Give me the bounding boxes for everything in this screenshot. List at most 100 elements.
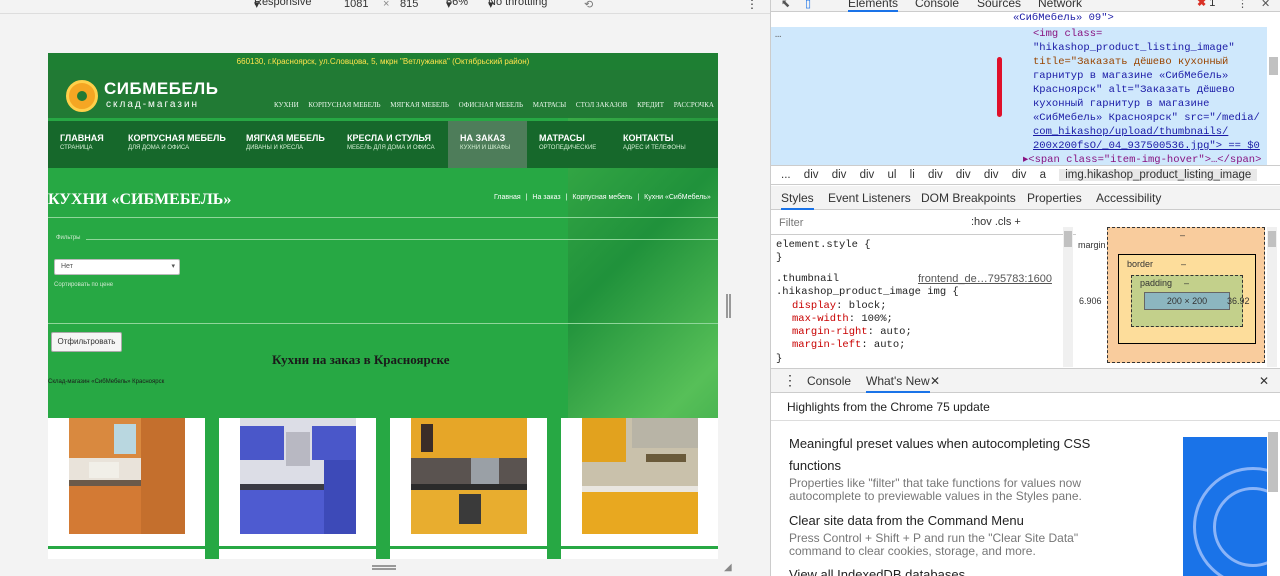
elements-scrollbar[interactable] <box>1269 57 1278 75</box>
node-menu-icon[interactable]: … <box>775 28 781 42</box>
close-drawer-icon[interactable]: ✕ <box>1259 374 1269 388</box>
tab-sources[interactable]: Sources <box>977 0 1021 10</box>
top-menu-item[interactable]: КОРПУСНАЯ МЕБЕЛЬ <box>308 101 380 109</box>
crumb[interactable]: div <box>1012 169 1027 181</box>
kitchen-image[interactable] <box>69 418 185 534</box>
product-card[interactable] <box>219 418 376 559</box>
crumb[interactable]: div <box>984 169 999 181</box>
box-content[interactable]: 200 × 200 <box>1144 292 1230 310</box>
rule-source-link[interactable]: frontend_de…795783:1600 <box>918 273 1052 286</box>
margin-right-value[interactable]: 36.92 <box>1227 296 1250 306</box>
kitchen-image[interactable] <box>411 418 527 534</box>
tab-elements[interactable]: Elements <box>848 0 899 12</box>
error-counter[interactable]: ✖ 1 <box>1197 0 1215 9</box>
tab-console[interactable]: Console <box>915 0 959 10</box>
whats-new-scrollbar[interactable] <box>1268 432 1278 492</box>
product-card[interactable] <box>390 418 547 559</box>
crumb[interactable]: div <box>860 169 875 181</box>
tab-event-listeners[interactable]: Event Listeners <box>828 191 911 205</box>
close-tab-icon[interactable]: ✕ <box>930 374 940 388</box>
tree-line[interactable]: ▸<span class="item-img-hover">…</span> <box>1023 153 1261 165</box>
breadcrumb-cabinet[interactable]: Корпусная мебель <box>572 194 632 201</box>
top-menu-item[interactable]: МАТРАСЫ <box>533 101 566 109</box>
nav-item-contacts[interactable]: КОНТАКТЫ АДРЕС И ТЕЛЕФОНЫ <box>611 121 718 168</box>
crumb[interactable]: div <box>928 169 943 181</box>
declaration[interactable]: margin-left: auto; <box>792 339 905 352</box>
rotate-icon[interactable]: ⟲ <box>584 0 593 11</box>
rule-selector[interactable]: .hikashop_product_image img { <box>776 286 959 299</box>
declaration[interactable]: display: block; <box>792 300 887 313</box>
margin-left-value[interactable]: 6.906 <box>1079 296 1102 306</box>
filter-options[interactable]: :hov .cls + <box>971 216 1021 229</box>
crumb[interactable]: div <box>956 169 971 181</box>
top-menu-item[interactable]: ОФИСНАЯ МЕБЕЛЬ <box>459 101 523 109</box>
styles-filter[interactable]: Filter :hov .cls + <box>771 211 1076 235</box>
filter-button[interactable]: Отфильтровать <box>51 332 122 352</box>
resize-handle-bottom[interactable] <box>372 565 396 570</box>
drawer-tab-whats-new[interactable]: What's New <box>866 374 930 393</box>
breadcrumb-home[interactable]: Главная <box>494 194 521 201</box>
crumb[interactable]: ul <box>888 169 897 181</box>
declaration[interactable]: margin-right: auto; <box>792 326 912 339</box>
src-link[interactable]: 200x200fsO/_04_937500536.jpg"> == $0 <box>1033 139 1260 153</box>
width-input[interactable]: 1081 <box>344 0 368 10</box>
nav-item-mattresses[interactable]: МАТРАСЫ ОРТОПЕДИЧЕСКИЕ <box>527 121 611 168</box>
tab-accessibility[interactable]: Accessibility <box>1096 191 1161 205</box>
crumb-current[interactable]: img.hikashop_product_listing_image <box>1059 169 1258 181</box>
device-toggle-icon[interactable]: ▯ <box>805 0 811 10</box>
crumb[interactable]: a <box>1040 169 1046 181</box>
filter-input[interactable]: Filter <box>779 217 803 230</box>
drawer-menu-icon[interactable]: ⋮ <box>783 372 797 389</box>
declaration[interactable]: max-width: 100%; <box>792 313 893 326</box>
resize-corner-icon[interactable]: ◢ <box>724 562 732 573</box>
whats-new-item[interactable]: Clear site data from the Command Menu Pr… <box>789 510 1129 558</box>
top-menu-item[interactable]: КУХНИ <box>274 101 299 109</box>
margin-top-value[interactable]: – <box>1180 230 1185 240</box>
nav-item-custom-order[interactable]: НА ЗАКАЗ КУХНИ И ШКАФЫ <box>448 121 527 168</box>
tab-network[interactable]: Network <box>1038 0 1082 10</box>
tab-styles[interactable]: Styles <box>781 191 814 210</box>
crumb[interactable]: li <box>910 169 915 181</box>
crumb[interactable]: ... <box>781 169 791 181</box>
top-menu-item[interactable]: КРЕДИТ <box>637 101 664 109</box>
product-card[interactable] <box>48 418 205 559</box>
tab-dom-breakpoints[interactable]: DOM Breakpoints <box>921 191 1016 205</box>
devtools-menu-icon[interactable]: ⋮ <box>1237 0 1248 10</box>
height-input[interactable]: 815 <box>400 0 418 10</box>
rule-selector[interactable]: .thumbnail <box>776 273 839 286</box>
element-style-rule[interactable]: element.style { <box>776 239 871 252</box>
drawer-tab-console[interactable]: Console <box>807 374 851 388</box>
breadcrumb-custom-order[interactable]: На заказ <box>532 194 560 201</box>
nav-item-chairs[interactable]: КРЕСЛА И СТУЛЬЯ МЕБЕЛЬ ДЛЯ ДОМА И ОФИСА <box>335 121 448 168</box>
top-menu-item[interactable]: МЯГКАЯ МЕБЕЛЬ <box>390 101 449 109</box>
whats-new-item[interactable]: View all IndexedDB databases <box>789 564 1129 576</box>
resize-handle-right[interactable] <box>726 294 731 318</box>
filter-select[interactable]: Нет ▾ <box>54 259 180 275</box>
crumb[interactable]: div <box>832 169 847 181</box>
padding-top-value[interactable]: – <box>1184 278 1189 288</box>
close-devtools-icon[interactable]: ✕ <box>1261 0 1270 10</box>
styles-scrollbar[interactable] <box>1063 227 1073 367</box>
zoom-select[interactable]: 66% ▾ <box>446 0 468 11</box>
tree-line[interactable]: «СибМебель» 09"> <box>1013 13 1114 25</box>
nav-item-cabinet-furniture[interactable]: КОРПУСНАЯ МЕБЕЛЬ ДЛЯ ДОМА И ОФИСА <box>116 121 234 168</box>
throttling-select[interactable]: No throttling ▾ <box>488 0 547 11</box>
box-model-scrollbar[interactable] <box>1267 227 1277 367</box>
more-options-icon[interactable]: ⋮ <box>746 0 758 11</box>
top-menu-item[interactable]: СТОЛ ЗАКАЗОВ <box>576 101 627 109</box>
device-select[interactable]: Responsive ▾ <box>254 0 311 11</box>
nav-item-soft-furniture[interactable]: МЯГКАЯ МЕБЕЛЬ ДИВАНЫ И КРЕСЛА <box>234 121 335 168</box>
whats-new-item[interactable]: Meaningful preset values when autocomple… <box>789 433 1129 503</box>
tab-properties[interactable]: Properties <box>1027 191 1082 205</box>
src-link[interactable]: com_hikashop/upload/thumbnails/ <box>1033 125 1228 139</box>
kitchen-image[interactable] <box>240 418 356 534</box>
product-card[interactable] <box>561 418 718 559</box>
inspect-icon[interactable]: ⬉ <box>781 0 790 10</box>
kitchen-image[interactable] <box>582 418 698 534</box>
box-margin[interactable]: margin – border – padding – 200 × 200 <box>1078 227 1265 363</box>
border-top-value[interactable]: – <box>1181 259 1186 269</box>
site-logo[interactable]: СИБМЕБЕЛЬ склад-магазин <box>66 78 226 112</box>
crumb[interactable]: div <box>804 169 819 181</box>
top-menu-item[interactable]: РАССРОЧКА <box>674 101 714 109</box>
nav-item-home[interactable]: ГЛАВНАЯ СТРАНИЦА <box>48 121 116 168</box>
